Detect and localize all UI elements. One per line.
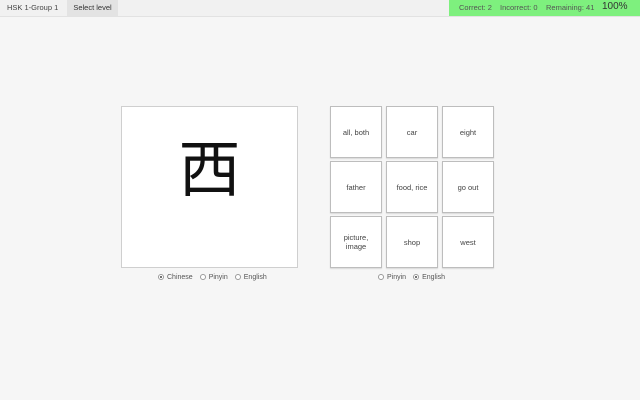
answer-mode-selector: Pinyin English [378,272,452,282]
prompt-mode-english[interactable]: English [234,273,267,281]
radio-button[interactable] [199,274,206,280]
prompt-mode-selector: Chinese Pinyin English [158,272,274,282]
top-bar: HSK 1-Group 1 Select level Correct: 2 In… [0,0,640,17]
flashcard-character: 西 [178,133,241,206]
level-title: HSK 1-Group 1 [7,3,59,12]
correct-count: Correct: 2 [459,3,492,12]
prompt-mode-chinese[interactable]: Chinese [158,274,193,281]
answer-mode-pinyin[interactable]: Pinyin [378,274,406,281]
radio-label: Chinese [167,273,193,281]
radio-label: English [422,273,446,281]
score-panel: Correct: 2 Incorrect: 0 Remaining: 41 10… [449,0,640,16]
answer-mode-english[interactable]: English [413,274,445,281]
score-percent: 100% [602,1,628,12]
answer-tile[interactable]: go out [442,161,494,213]
answer-tile[interactable]: eight [442,106,494,158]
incorrect-count: Incorrect: 0 [500,3,538,12]
answer-tile[interactable]: all, both [330,106,382,158]
radio-label: English [243,273,267,281]
radio-button[interactable] [158,274,164,280]
radio-label: Pinyin [387,273,407,281]
select-level-button[interactable]: Select level [67,0,118,16]
radio-button[interactable] [378,274,384,280]
answer-tile[interactable]: picture, image [330,216,382,268]
prompt-mode-pinyin[interactable]: Pinyin [199,273,228,281]
answer-tile[interactable]: food, rice [386,161,438,213]
answer-grid: all, both car eight father food, rice go… [330,106,494,268]
remaining-count: Remaining: 41 [546,3,595,12]
radio-button[interactable] [413,274,420,280]
answer-tile[interactable]: shop [386,216,438,268]
answer-tile[interactable]: father [330,161,382,213]
answer-tile[interactable]: west [442,216,494,268]
radio-label: Pinyin [208,273,228,281]
answer-tile[interactable]: car [386,106,438,158]
flashcard: 西 [121,106,298,268]
radio-button[interactable] [234,274,241,280]
